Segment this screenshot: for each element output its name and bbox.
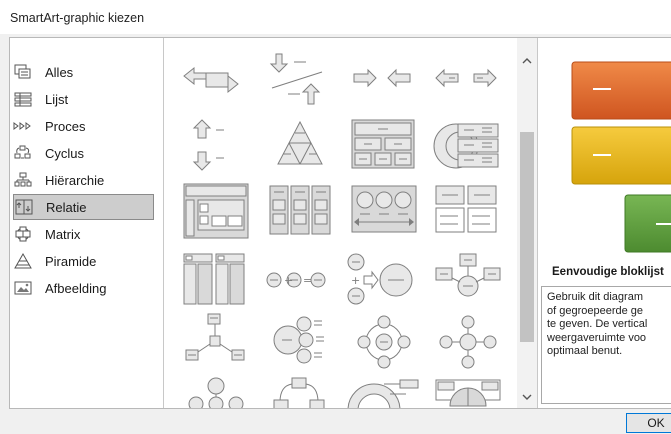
category-proces[interactable]: Proces [13, 113, 154, 139]
list-icon [13, 90, 33, 108]
layout-radial-list[interactable] [176, 312, 256, 370]
category-label: Lijst [45, 91, 69, 107]
category-lijst[interactable]: Lijst [13, 86, 154, 112]
category-cyclus[interactable]: Cyclus [13, 140, 154, 166]
layout-picture-list[interactable] [176, 250, 256, 308]
layout-basic-radial[interactable] [428, 312, 508, 370]
process-icon [13, 117, 33, 135]
preview-title: Eenvoudige bloklijst [552, 266, 664, 278]
description-line: weergaveruimte voo [547, 331, 647, 344]
description-line: of gegroepeerde ge [547, 304, 644, 317]
layout-stacked-venn[interactable] [428, 116, 508, 174]
layout-grouped-list[interactable] [260, 182, 340, 240]
svg-text:=: = [303, 274, 312, 287]
ok-button[interactable]: OK [626, 413, 671, 433]
layout-gallery[interactable]: + = + [164, 38, 517, 408]
svg-text:+: + [351, 274, 360, 287]
title-bar: SmartArt-graphic kiezen [0, 0, 671, 34]
category-label: Hiërarchie [45, 172, 105, 188]
layout-radial-bullets[interactable] [260, 312, 340, 370]
layout-converging-radial[interactable] [428, 250, 508, 308]
layout-vertical-equation[interactable]: + [344, 250, 424, 308]
gallery-scrollbar[interactable] [517, 38, 537, 408]
category-matrix[interactable]: Matrix [13, 221, 154, 247]
category-label: Afbeelding [45, 280, 107, 296]
layout-hierarchy-list[interactable] [344, 182, 424, 240]
category-piramide[interactable]: Piramide [13, 248, 154, 274]
description-line: optimaal benut. [547, 345, 623, 357]
category-label: Piramide [45, 253, 97, 269]
hierarchy-icon [13, 171, 33, 189]
layout-table-hierarchy[interactable] [344, 116, 424, 174]
category-label: Alles [45, 64, 74, 80]
layout-counterbalance-arrows[interactable] [176, 116, 256, 174]
dialog-title: SmartArt-graphic kiezen [10, 11, 145, 25]
layout-preview-image [571, 61, 671, 253]
preview-description-text: Gebruik dit diagram of gegroepeerde ge t… [547, 291, 671, 359]
category-afbeelding[interactable]: Afbeelding [13, 275, 154, 301]
category-hierarchie[interactable]: Hiërarchie [13, 167, 154, 193]
layout-pyramid-triangles[interactable] [260, 116, 340, 174]
layout-table-list[interactable] [428, 182, 508, 240]
layout-converging-arrows[interactable] [344, 54, 424, 112]
all-layouts-icon [13, 63, 33, 81]
category-label: Proces [45, 118, 86, 134]
layout-arrow-hierarchy[interactable] [260, 376, 340, 408]
scrollbar-thumb[interactable] [520, 132, 534, 342]
layout-equation[interactable]: + = [260, 250, 340, 308]
layout-nested-target-list[interactable] [176, 182, 256, 240]
category-label: Cyclus [45, 145, 85, 161]
scroll-up-icon[interactable] [517, 52, 537, 70]
description-line: te geven. De vertical [547, 318, 648, 330]
cycle-icon [13, 144, 33, 162]
layout-radial-cycle[interactable] [344, 312, 424, 370]
relationship-icon [14, 198, 34, 216]
preview-description: Gebruik dit diagram of gegroepeerde ge t… [541, 286, 671, 404]
picture-icon [13, 279, 33, 297]
category-alles[interactable]: Alles [13, 59, 154, 85]
layout-target-list[interactable] [344, 376, 424, 408]
scroll-down-icon[interactable] [517, 388, 537, 406]
pyramid-icon [13, 252, 33, 270]
layout-opposing-arrows[interactable] [260, 48, 340, 106]
layout-diverging-arrows[interactable] [428, 54, 508, 112]
matrix-icon [13, 225, 33, 243]
layout-diverging-radial[interactable] [176, 376, 256, 408]
category-relatie[interactable]: Relatie [13, 194, 154, 220]
layout-gear-matrix[interactable] [428, 376, 508, 408]
layout-balance-arrows[interactable] [176, 54, 256, 112]
description-line: Gebruik dit diagram [547, 291, 643, 303]
category-label: Matrix [45, 226, 81, 242]
category-label: Relatie [46, 199, 87, 215]
